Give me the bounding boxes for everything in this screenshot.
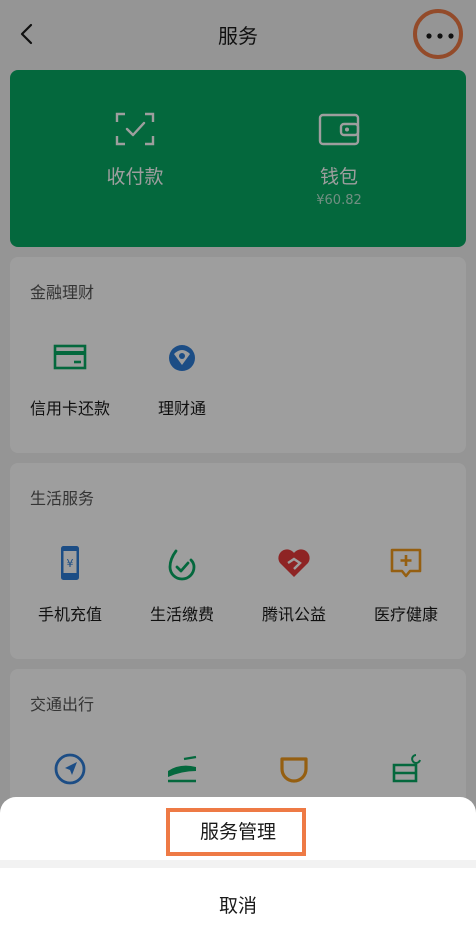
- services-page: 服务 收付款 钱包 ¥60.82 金融理财 信用卡还款 理财通 生活服务 ¥ 手…: [0, 0, 476, 939]
- service-management-button[interactable]: 服务管理: [0, 817, 476, 844]
- action-sheet: 服务管理 取消: [0, 797, 476, 939]
- sheet-divider: [0, 860, 476, 868]
- cancel-button[interactable]: 取消: [0, 891, 476, 918]
